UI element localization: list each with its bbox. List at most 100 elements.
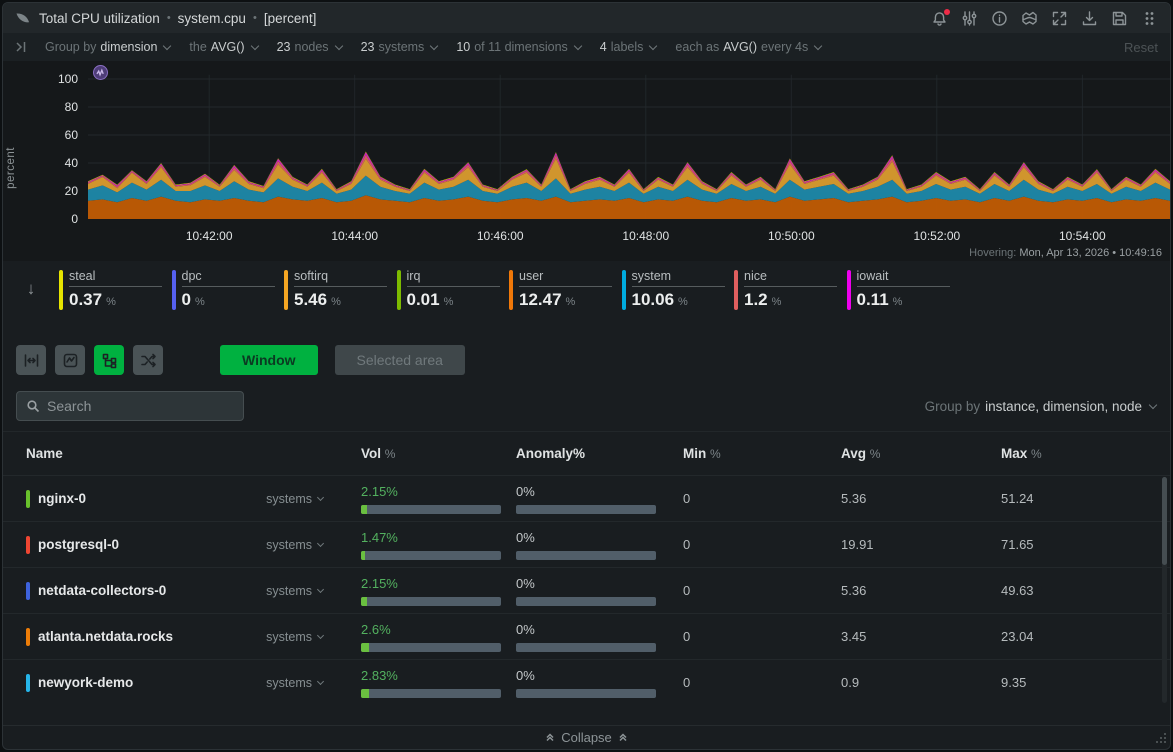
row-anomaly-bar [516,505,656,514]
filter-chip[interactable]: 23 nodes [277,40,343,54]
legend-items: steal 0.37 % dpc 0 % softirq 5.46 % ir [59,269,959,310]
row-name: newyork-demo [38,675,133,690]
filter-chip-value: AVG() [211,40,245,54]
filter-chip-suffix: systems [378,40,424,54]
alert-indicator-dot [944,9,950,15]
anomaly-badge-icon[interactable] [93,65,108,80]
y-axis: percent 100806040200 [3,61,88,227]
legend-unit: % [893,296,903,308]
legend-dimension-name: user [519,269,612,287]
row-scope-dropdown[interactable]: systems [266,538,324,552]
row-scope-dropdown[interactable]: systems [266,492,324,506]
legend-item[interactable]: system 10.06 % [622,269,735,310]
shuffle-button[interactable] [133,345,163,375]
plot-area[interactable] [88,61,1170,227]
col-header-avg[interactable]: Avg % [818,446,978,461]
legend-dimension-name: softirq [294,269,387,287]
legend-color-bar [622,270,626,310]
table-row[interactable]: postgresql-0 systems 1.47% 0% 0 19.91 71… [3,521,1170,567]
filter-chip[interactable]: each as AVG() every 4s [675,40,822,54]
filter-chip[interactable]: the AVG() [189,40,258,54]
col-header-max[interactable]: Max % [978,446,1170,461]
title-separator: • [253,12,257,24]
fullscreen-icon[interactable] [1051,10,1068,27]
double-chevron-up-icon [618,730,628,745]
legend-color-bar [509,270,513,310]
table-row[interactable]: netdata-collectors-0 systems 2.15% 0% 0 … [3,567,1170,613]
search-box[interactable] [16,391,244,421]
row-scope-dropdown[interactable]: systems [266,676,324,690]
col-header-anomaly[interactable]: Anomaly% [493,446,660,461]
hierarchy-tree-button[interactable] [94,345,124,375]
legend-item[interactable]: steal 0.37 % [59,269,172,310]
title-bar-actions [931,10,1158,27]
filter-chip[interactable]: 23 systems [361,40,439,54]
row-vol-value: 2.6% [361,622,493,637]
hover-label: Hovering: [969,247,1016,259]
legend-item[interactable]: nice 1.2 % [734,269,847,310]
chevron-down-icon [317,632,324,639]
chevron-down-icon [649,41,657,49]
window-button[interactable]: Window [220,345,318,375]
context-text: system.cpu [178,11,246,26]
row-color-bar [26,628,30,646]
legend-item[interactable]: iowait 0.11 % [847,269,960,310]
legend-unit: % [331,296,341,308]
row-scope-label: systems [266,492,312,506]
row-anomaly-value: 0% [516,530,660,545]
fit-width-button[interactable] [16,345,46,375]
table-groupby-dropdown[interactable]: Group by instance, dimension, node [925,399,1157,414]
legend-sort-arrow-icon[interactable]: ↓ [3,279,59,299]
row-vol-bar [361,551,501,560]
table-row[interactable]: nginx-0 systems 2.15% 0% 0 5.36 51.24 [3,475,1170,521]
y-axis-tick: 20 [38,183,78,199]
row-anomaly-value: 0% [516,484,660,499]
info-icon[interactable] [991,10,1008,27]
table-scrollbar[interactable] [1162,477,1167,703]
scrollbar-thumb[interactable] [1162,477,1167,565]
selected-area-button[interactable]: Selected area [335,345,465,375]
legend-item[interactable]: user 12.47 % [509,269,622,310]
legend-item[interactable]: dpc 0 % [172,269,285,310]
legend-unit: % [772,296,782,308]
resize-grip-icon[interactable] [1155,732,1167,747]
legend-item[interactable]: irq 0.01 % [397,269,510,310]
filter-chip[interactable]: Group by dimension [45,40,171,54]
col-header-vol[interactable]: Vol % [338,446,493,461]
filter-sliders-icon[interactable] [961,10,978,27]
row-vol-bar [361,505,501,514]
row-name: nginx-0 [38,491,86,506]
legend-dimension-name: nice [744,269,837,287]
stacked-area-chart[interactable] [88,61,1170,227]
y-axis-tick: 60 [38,127,78,143]
alerts-bell-icon[interactable] [931,10,948,27]
col-header-min[interactable]: Min % [660,446,818,461]
groupby-value: instance, dimension, node [985,399,1142,414]
chevron-down-icon [574,41,582,49]
collapse-bar[interactable]: Collapse [3,725,1170,749]
x-axis-ticks: 10:42:0010:44:0010:46:0010:48:0010:50:00… [88,227,1170,247]
row-scope-dropdown[interactable]: systems [266,630,324,644]
row-anomaly-bar [516,689,656,698]
save-icon[interactable] [1111,10,1128,27]
legend-item[interactable]: softirq 5.46 % [284,269,397,310]
drag-handle-icon[interactable] [1141,10,1158,27]
legend-dimension-name: steal [69,269,162,287]
filter-chip[interactable]: 4 labels [600,40,658,54]
row-scope-dropdown[interactable]: systems [266,584,324,598]
download-icon[interactable] [1081,10,1098,27]
chart-image-button[interactable] [55,345,85,375]
table-row[interactable]: newyork-demo systems 2.83% 0% 0 0.9 9.35 [3,659,1170,705]
collapse-label: Collapse [561,730,612,745]
table-header: Name Vol % Anomaly% Min % Avg % Max % [3,431,1170,475]
search-input[interactable] [47,398,234,414]
chart-type-icon[interactable] [1021,10,1038,27]
table-row[interactable]: atlanta.netdata.rocks systems 2.6% 0% 0 … [3,613,1170,659]
legend-color-bar [397,270,401,310]
legend: ↓ steal 0.37 % dpc 0 % softirq 5.46 % [3,261,1170,315]
chart-toolbar: Window Selected area [16,345,1170,375]
expand-filters-icon[interactable] [15,41,29,53]
filter-chip[interactable]: 10 of 11 dimensions [456,40,581,54]
reset-button[interactable]: Reset [1124,40,1158,55]
col-header-name[interactable]: Name [3,446,338,461]
